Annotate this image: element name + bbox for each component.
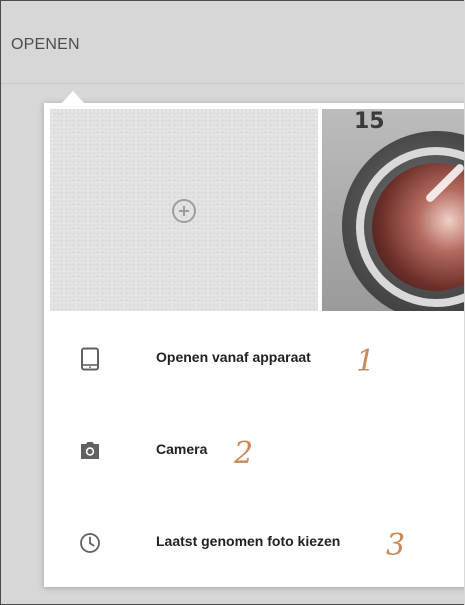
- menu-item-label: Openen vanaf apparaat: [156, 349, 311, 365]
- header-divider: [1, 83, 464, 84]
- tablet-icon: [78, 347, 102, 371]
- popup-caret: [61, 91, 85, 104]
- app-window: OPENEN ····· · 15 Openen vanaf apparaat …: [0, 0, 464, 605]
- add-circle-icon[interactable]: [172, 199, 196, 223]
- page-title: OPENEN: [11, 36, 80, 53]
- photo-number: 15: [354, 109, 385, 134]
- camera-icon: [78, 439, 102, 463]
- annotation-number: 3: [386, 528, 406, 563]
- annotation-number: 2: [234, 436, 254, 471]
- thumbnail-corner-mark: ·: [300, 112, 302, 117]
- thumbnail-corner-mark: ·····: [55, 112, 62, 117]
- annotation-number: 1: [356, 344, 376, 379]
- thumbnail-placeholder[interactable]: ····· ·: [50, 109, 318, 311]
- clock-icon: [78, 531, 102, 555]
- open-options-popup: ····· · 15 Openen vanaf apparaat 1 Camer…: [44, 103, 464, 587]
- thumbnail-strip: ····· · 15: [50, 109, 464, 311]
- menu-item-label: Camera: [156, 441, 208, 457]
- menu-item-camera[interactable]: Camera 2: [44, 421, 464, 481]
- menu-item-open-from-device[interactable]: Openen vanaf apparaat 1: [44, 329, 464, 389]
- thumbnail-photo[interactable]: 15: [322, 109, 464, 311]
- menu-item-label: Laatst genomen foto kiezen: [156, 533, 341, 549]
- menu-item-choose-last-photo[interactable]: Laatst genomen foto kiezen 3: [44, 513, 464, 573]
